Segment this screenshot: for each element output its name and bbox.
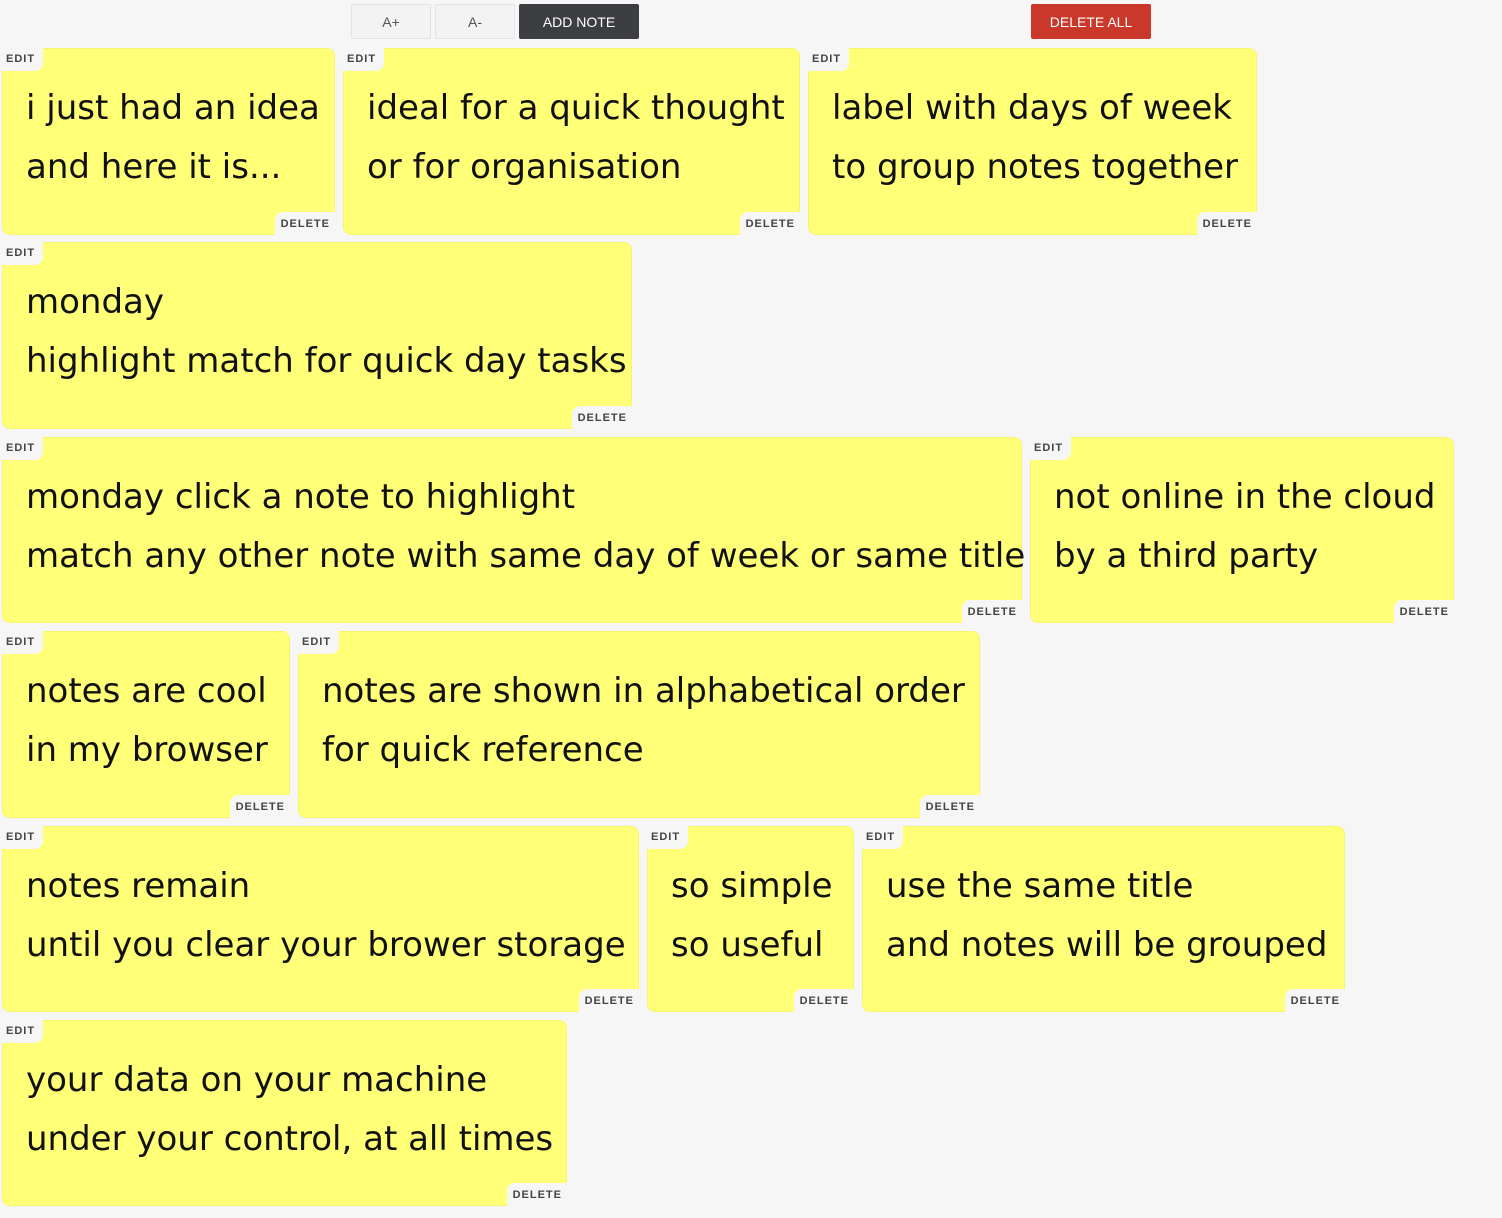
note-card[interactable]: EDIT label with days of week to group no…	[807, 47, 1258, 236]
font-decrease-button[interactable]: A-	[435, 4, 515, 39]
delete-button[interactable]: DELETE	[229, 795, 291, 819]
delete-button[interactable]: DELETE	[739, 212, 801, 236]
note-text: i just had an idea and here it is...	[26, 79, 320, 197]
edit-button[interactable]: EDIT	[1, 825, 44, 849]
delete-button[interactable]: DELETE	[578, 989, 640, 1013]
note-card[interactable]: EDIT not online in the cloud by a third …	[1029, 436, 1455, 624]
note-line: monday	[26, 282, 165, 322]
add-note-button[interactable]: ADD NOTE	[519, 4, 639, 39]
note-line: i just had an idea	[26, 88, 320, 128]
note-card[interactable]: EDIT monday highlight match for quick da…	[1, 241, 633, 430]
note-line: use the same title	[886, 866, 1194, 906]
toolbar: A+ A- ADD NOTE DELETE ALL	[0, 0, 1502, 44]
note-text: notes are shown in alphabetical order fo…	[322, 662, 965, 780]
note-card[interactable]: EDIT i just had an idea and here it is..…	[1, 47, 336, 236]
note-line: or for organisation	[367, 147, 682, 187]
note-line: so useful	[671, 925, 824, 965]
note-card[interactable]: EDIT so simple so useful DELETE	[646, 825, 855, 1013]
note-text: not online in the cloud by a third party	[1054, 468, 1436, 586]
delete-button[interactable]: DELETE	[506, 1183, 568, 1207]
edit-button[interactable]: EDIT	[861, 825, 904, 849]
note-line: highlight match for quick day tasks	[26, 341, 627, 381]
note-line: ideal for a quick thought	[367, 88, 785, 128]
edit-button[interactable]: EDIT	[342, 47, 385, 71]
note-text: use the same title and notes will be gro…	[886, 857, 1327, 975]
edit-button[interactable]: EDIT	[1, 241, 44, 265]
delete-button[interactable]: DELETE	[274, 212, 336, 236]
note-line: notes remain	[26, 866, 251, 906]
font-increase-button[interactable]: A+	[351, 4, 431, 39]
note-line: match any other note with same day of we…	[26, 536, 1026, 576]
note-text: your data on your machine under your con…	[26, 1051, 553, 1169]
note-line: for quick reference	[322, 730, 644, 770]
note-line: notes are cool	[26, 671, 267, 711]
edit-button[interactable]: EDIT	[1, 630, 44, 654]
edit-button[interactable]: EDIT	[1, 436, 44, 460]
note-line: to group notes together	[832, 147, 1239, 187]
note-text: notes are cool in my browser	[26, 662, 268, 780]
note-card[interactable]: EDIT notes are shown in alphabetical ord…	[297, 630, 981, 819]
note-line: not online in the cloud	[1054, 477, 1436, 517]
delete-button[interactable]: DELETE	[1196, 212, 1258, 236]
note-line: until you clear your brower storage	[26, 925, 626, 965]
note-card[interactable]: EDIT use the same title and notes will b…	[861, 825, 1346, 1013]
note-line: monday click a note to highlight	[26, 477, 576, 517]
edit-button[interactable]: EDIT	[646, 825, 689, 849]
note-line: by a third party	[1054, 536, 1319, 576]
note-line: label with days of week	[832, 88, 1232, 128]
note-line: so simple	[671, 866, 833, 906]
note-text: notes remain until you clear your brower…	[26, 857, 626, 975]
note-line: and notes will be grouped	[886, 925, 1328, 965]
note-line: notes are shown in alphabetical order	[322, 671, 965, 711]
delete-button[interactable]: DELETE	[1284, 989, 1346, 1013]
note-card[interactable]: EDIT your data on your machine under you…	[1, 1019, 568, 1207]
note-text: ideal for a quick thought or for organis…	[367, 79, 785, 197]
note-line: and here it is...	[26, 147, 282, 187]
note-text: monday highlight match for quick day tas…	[26, 273, 627, 391]
note-card[interactable]: EDIT monday click a note to highlight ma…	[1, 436, 1025, 624]
note-line: your data on your machine	[26, 1060, 488, 1100]
note-line: under your control, at all times	[26, 1119, 554, 1159]
edit-button[interactable]: EDIT	[297, 630, 340, 654]
note-text: monday click a note to highlight match a…	[26, 468, 1025, 586]
delete-button[interactable]: DELETE	[1393, 600, 1455, 624]
delete-all-button[interactable]: DELETE ALL	[1031, 4, 1151, 39]
delete-button[interactable]: DELETE	[793, 989, 855, 1013]
edit-button[interactable]: EDIT	[807, 47, 850, 71]
note-line: in my browser	[26, 730, 268, 770]
note-text: label with days of week to group notes t…	[832, 79, 1238, 197]
note-card[interactable]: EDIT notes remain until you clear your b…	[1, 825, 640, 1013]
edit-button[interactable]: EDIT	[1, 47, 44, 71]
edit-button[interactable]: EDIT	[1029, 436, 1072, 460]
delete-button[interactable]: DELETE	[961, 600, 1023, 624]
note-card[interactable]: EDIT notes are cool in my browser DELETE	[1, 630, 291, 819]
edit-button[interactable]: EDIT	[1, 1019, 44, 1043]
delete-button[interactable]: DELETE	[919, 795, 981, 819]
delete-button[interactable]: DELETE	[571, 406, 633, 430]
note-text: so simple so useful	[671, 857, 833, 975]
note-card[interactable]: EDIT ideal for a quick thought or for or…	[342, 47, 801, 236]
